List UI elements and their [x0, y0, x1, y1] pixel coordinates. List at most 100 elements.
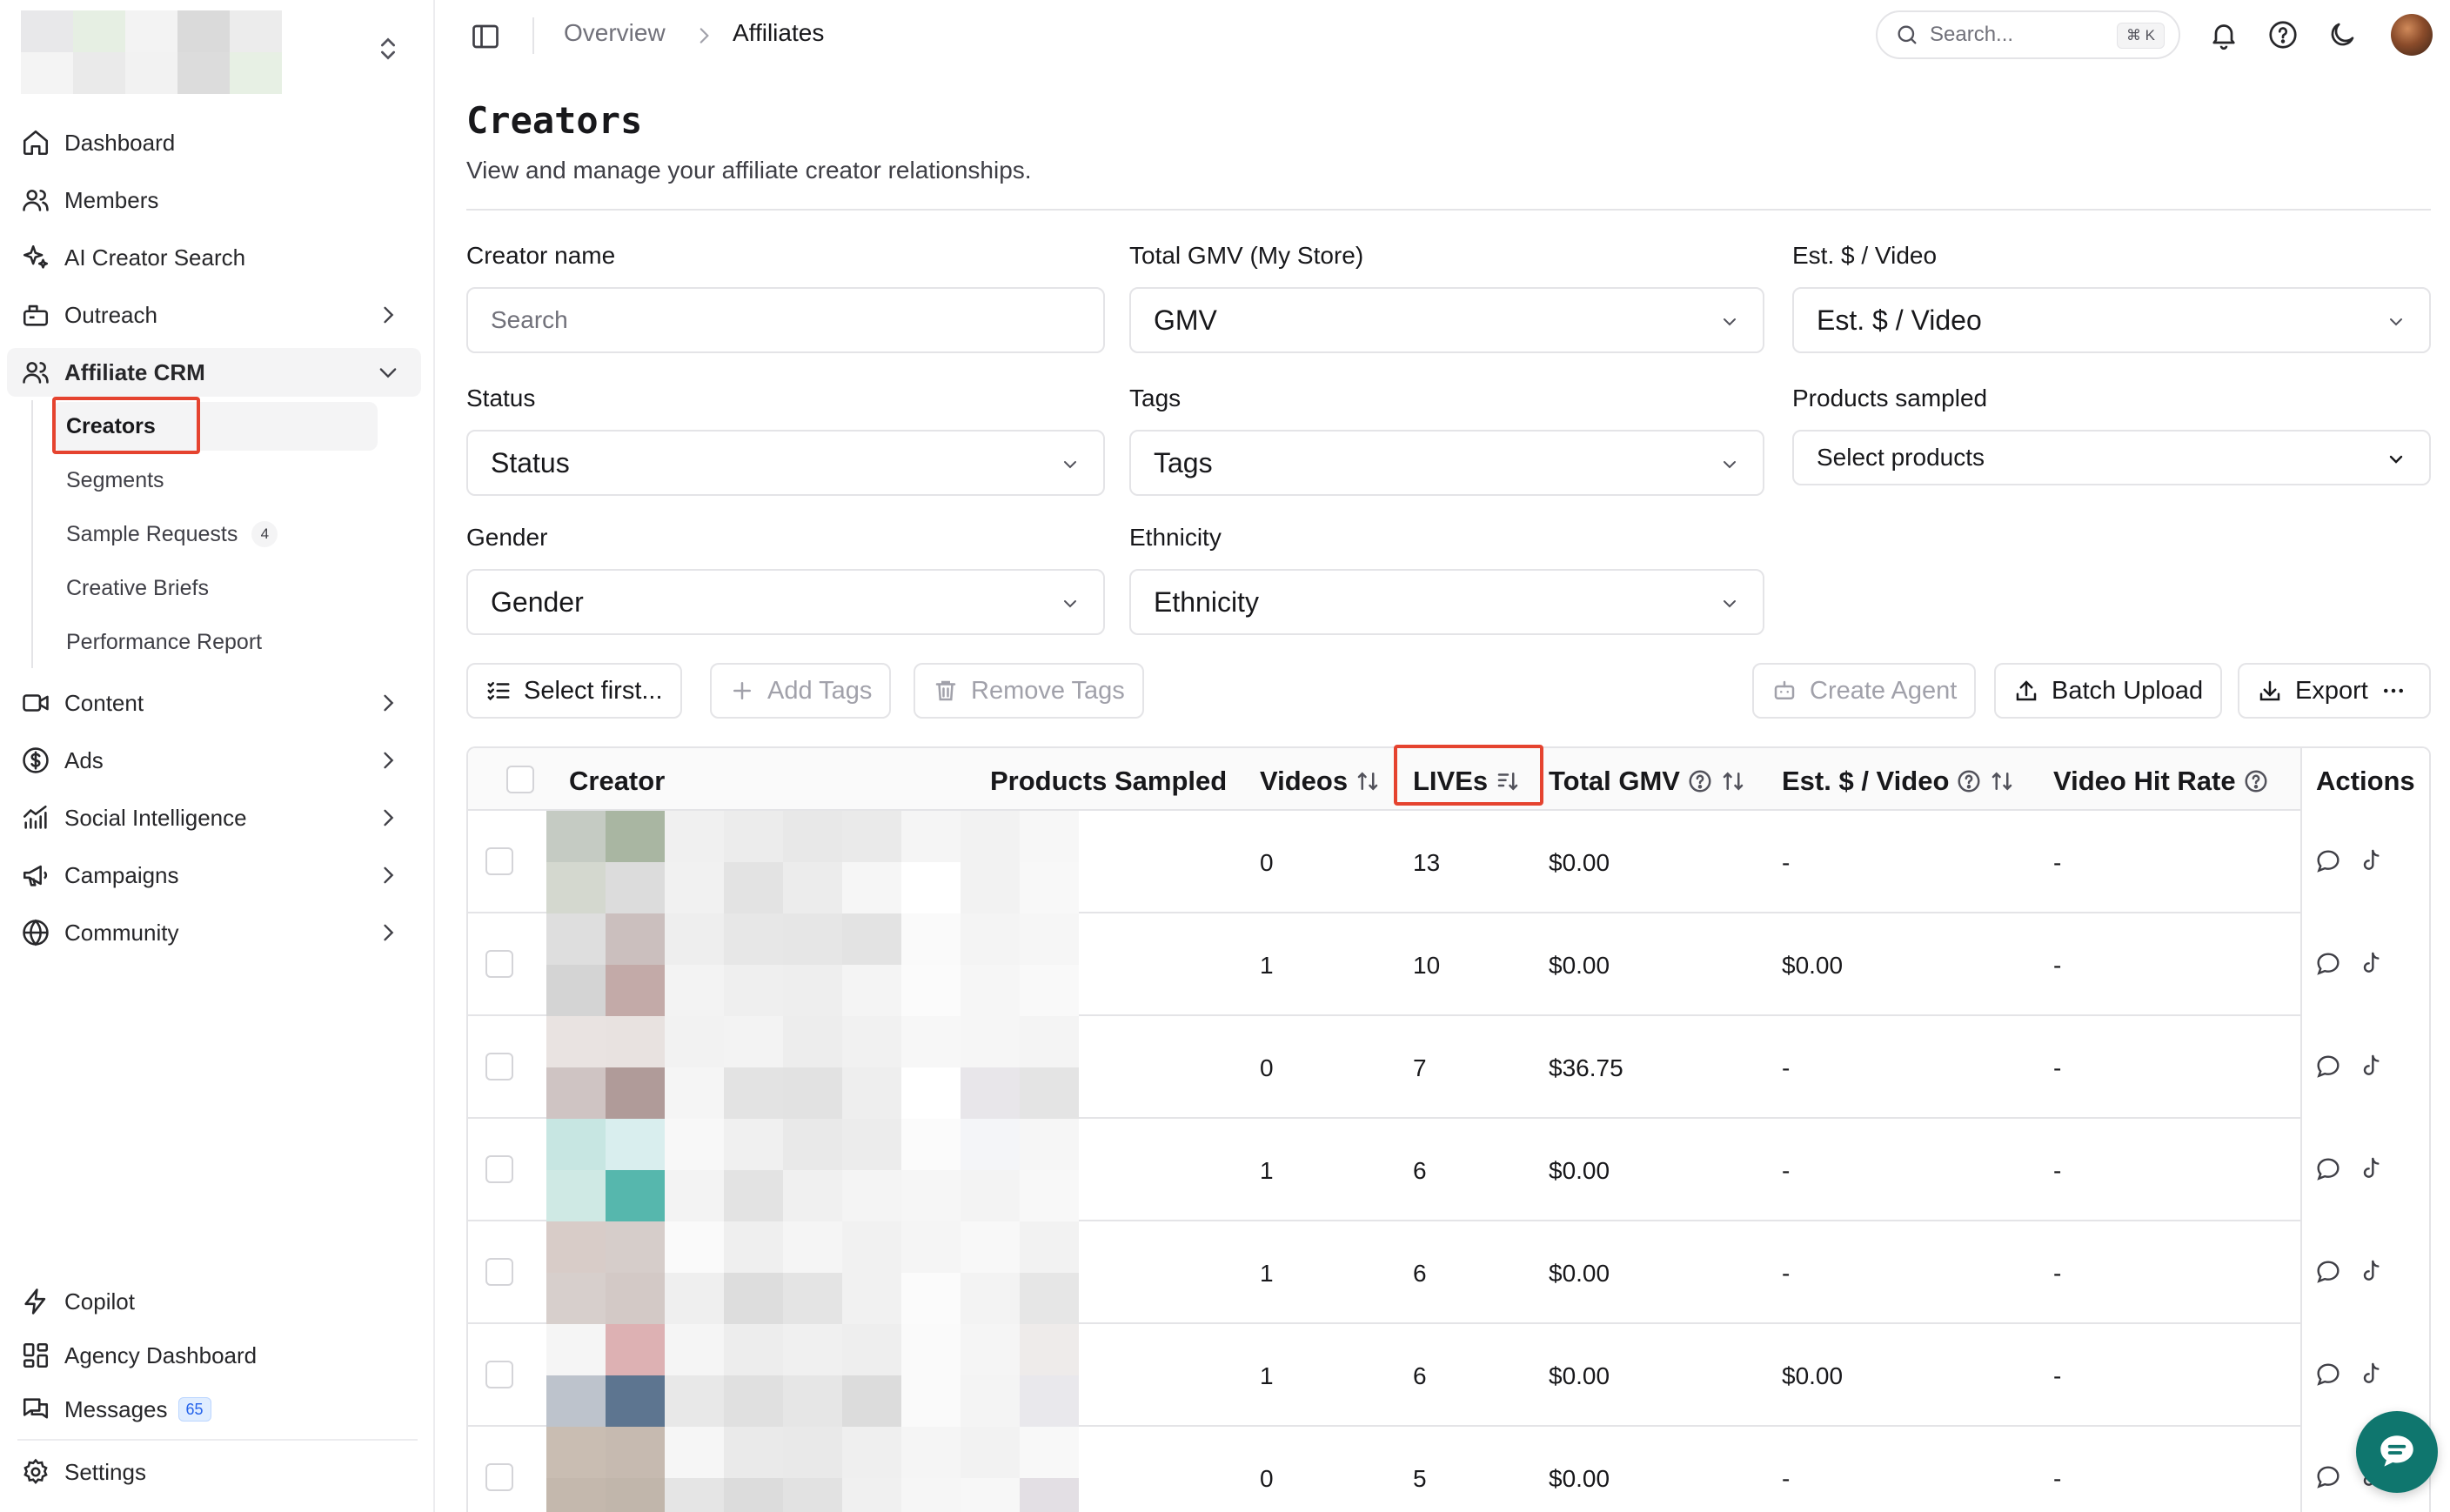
table-row[interactable]: 1 6 $0.00 $0.00 -: [468, 1324, 2429, 1427]
help-icon[interactable]: [2267, 19, 2299, 50]
nav-ads[interactable]: Ads: [7, 736, 421, 785]
creator-avatar-pixelated[interactable]: [546, 1016, 1079, 1119]
tiktok-icon[interactable]: [2358, 847, 2386, 875]
row-checkbox[interactable]: [485, 950, 513, 978]
chevron-down-icon: [1724, 600, 1736, 608]
message-icon[interactable]: [2314, 1155, 2342, 1183]
col-creator[interactable]: Creator: [569, 766, 665, 797]
creator-avatar-pixelated[interactable]: [546, 913, 1079, 1016]
tiktok-icon[interactable]: [2358, 1361, 2386, 1388]
select-value: Est. $ / Video: [1817, 304, 1982, 336]
nav-affiliate-crm[interactable]: Affiliate CRM: [7, 348, 421, 397]
nav-copilot[interactable]: Copilot: [7, 1277, 421, 1326]
est-video-select[interactable]: Est. $ / Video: [1792, 287, 2431, 353]
cell-gmv: $36.75: [1549, 1054, 1623, 1081]
bell-icon[interactable]: [2208, 19, 2239, 50]
nav-dashboard[interactable]: Dashboard: [7, 118, 421, 167]
total-gmv-select[interactable]: GMV: [1129, 287, 1764, 353]
row-checkbox[interactable]: [485, 1155, 513, 1183]
ethnicity-select[interactable]: Ethnicity: [1129, 569, 1764, 635]
more-horizontal-icon[interactable]: [2380, 678, 2406, 704]
tags-select[interactable]: Tags: [1129, 430, 1764, 496]
sidebar-toggle-icon[interactable]: [470, 21, 501, 52]
sort-descending-icon[interactable]: [1495, 768, 1521, 794]
nav-social-intelligence[interactable]: Social Intelligence: [7, 793, 421, 842]
creator-avatar-pixelated[interactable]: [546, 1427, 1079, 1512]
nav-outreach[interactable]: Outreach: [7, 291, 421, 339]
theme-moon-icon[interactable]: [2326, 19, 2358, 50]
message-icon[interactable]: [2314, 1463, 2342, 1491]
col-total-gmv[interactable]: Total GMV: [1549, 766, 1746, 797]
sub-item-performance-report[interactable]: Performance Report: [52, 618, 378, 666]
nav-campaigns[interactable]: Campaigns: [7, 851, 421, 900]
table-row[interactable]: 0 5 $0.00 - -: [468, 1427, 2429, 1512]
col-videos[interactable]: Videos: [1260, 766, 1381, 797]
workspace-switcher-icon[interactable]: [374, 35, 402, 63]
table-row[interactable]: 0 7 $36.75 - -: [468, 1016, 2429, 1119]
user-avatar[interactable]: [2391, 14, 2433, 56]
sub-item-creators[interactable]: Creators: [52, 402, 378, 451]
tiktok-icon[interactable]: [2358, 1155, 2386, 1183]
message-icon[interactable]: [2314, 1361, 2342, 1388]
creator-avatar-pixelated[interactable]: [546, 811, 1079, 913]
sub-item-segments[interactable]: Segments: [52, 456, 378, 505]
nav-settings[interactable]: Settings: [7, 1448, 421, 1496]
dollar-icon: [23, 747, 49, 773]
select-first-button[interactable]: Select first...: [466, 663, 682, 719]
help-circle-icon[interactable]: [1687, 768, 1713, 794]
create-agent-button[interactable]: Create Agent: [1752, 663, 1977, 719]
status-select[interactable]: Status: [466, 430, 1105, 496]
help-circle-icon[interactable]: [1956, 768, 1982, 794]
gender-select[interactable]: Gender: [466, 569, 1105, 635]
creator-name-input[interactable]: Search: [466, 287, 1105, 353]
support-chat-button[interactable]: [2356, 1411, 2438, 1493]
sort-icon[interactable]: [1720, 768, 1746, 794]
message-icon[interactable]: [2314, 1053, 2342, 1080]
row-checkbox[interactable]: [485, 1463, 513, 1491]
message-icon[interactable]: [2314, 950, 2342, 978]
table-row[interactable]: 1 6 $0.00 - -: [468, 1119, 2429, 1221]
sort-icon[interactable]: [1989, 768, 2015, 794]
nav-community[interactable]: Community: [7, 908, 421, 957]
batch-upload-button[interactable]: Batch Upload: [1994, 663, 2223, 719]
nav-messages[interactable]: Messages 65: [7, 1385, 421, 1434]
tiktok-icon[interactable]: [2358, 1258, 2386, 1286]
help-circle-icon[interactable]: [2243, 768, 2269, 794]
creator-avatar-pixelated[interactable]: [546, 1221, 1079, 1324]
tiktok-icon[interactable]: [2358, 1053, 2386, 1080]
creator-avatar-pixelated[interactable]: [546, 1324, 1079, 1427]
sub-item-sample-requests[interactable]: Sample Requests 4: [52, 510, 378, 559]
nav-agency-dashboard[interactable]: Agency Dashboard: [7, 1331, 421, 1380]
col-lives[interactable]: LIVEs: [1413, 766, 1521, 797]
message-icon[interactable]: [2314, 847, 2342, 875]
row-checkbox[interactable]: [485, 1361, 513, 1388]
add-tags-button[interactable]: Add Tags: [710, 663, 892, 719]
row-checkbox[interactable]: [485, 847, 513, 875]
col-est-video[interactable]: Est. $ / Video: [1782, 766, 2015, 797]
tiktok-icon[interactable]: [2358, 950, 2386, 978]
nav-ai-creator-search[interactable]: AI Creator Search: [7, 233, 421, 282]
col-video-hit-rate[interactable]: Video Hit Rate: [2053, 766, 2269, 797]
creator-avatar-pixelated[interactable]: [546, 1119, 1079, 1221]
message-icon[interactable]: [2314, 1258, 2342, 1286]
table-row[interactable]: 1 6 $0.00 - -: [468, 1221, 2429, 1324]
export-button[interactable]: Export: [2238, 663, 2431, 719]
row-checkbox[interactable]: [485, 1258, 513, 1286]
sort-icon[interactable]: [1355, 768, 1381, 794]
avatar-tile: [842, 1478, 901, 1512]
products-sampled-select[interactable]: Select products: [1792, 430, 2431, 485]
table-row[interactable]: 0 13 $0.00 - -: [468, 811, 2429, 913]
cell-videos: 0: [1260, 1465, 1274, 1492]
workspace-logo[interactable]: [21, 10, 282, 94]
nav-content[interactable]: Content: [7, 679, 421, 727]
table-row[interactable]: 1 10 $0.00 $0.00 -: [468, 913, 2429, 1016]
col-products-sampled[interactable]: Products Sampled: [990, 766, 1227, 797]
row-checkbox[interactable]: [485, 1053, 513, 1080]
cell-lives: 5: [1413, 1465, 1427, 1492]
global-search[interactable]: Search... ⌘ K: [1876, 10, 2180, 59]
nav-members[interactable]: Members: [7, 176, 421, 224]
select-all-checkbox[interactable]: [506, 766, 534, 793]
sub-item-creative-briefs[interactable]: Creative Briefs: [52, 564, 378, 612]
remove-tags-button[interactable]: Remove Tags: [914, 663, 1144, 719]
breadcrumb-overview[interactable]: Overview: [564, 19, 666, 47]
